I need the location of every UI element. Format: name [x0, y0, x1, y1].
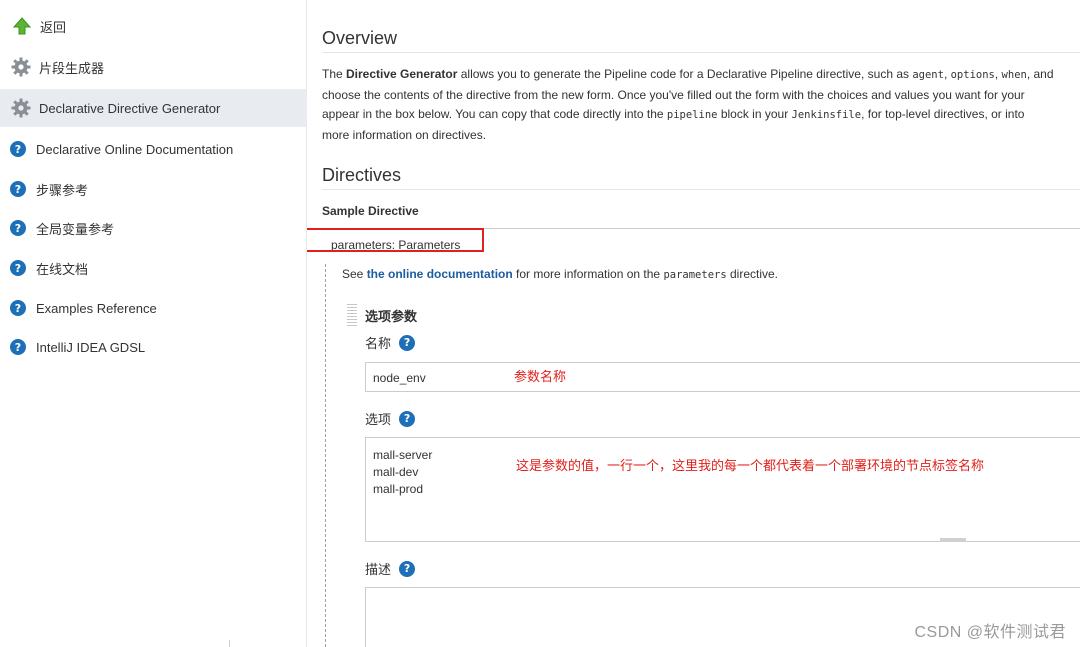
sidebar-item-label: 片段生成器	[39, 60, 105, 76]
name-annotation: 参数名称	[514, 369, 567, 384]
choices-textarea[interactable]: mall-server mall-dev mall-prod	[365, 437, 1080, 542]
main-content: Overview The Directive Generator allows …	[307, 0, 1080, 647]
divider	[322, 189, 1080, 190]
watermark: CSDN @软件测试君	[914, 624, 1066, 641]
directives-heading: Directives	[322, 165, 402, 185]
overview-line-4: more information on directives.	[322, 127, 487, 142]
divider	[229, 640, 230, 647]
sidebar-item-global-variables-reference[interactable]: ? 全局变量参考	[0, 209, 307, 247]
sidebar-item-label: Declarative Directive Generator	[39, 100, 221, 116]
choice-parameter-title: 选项参数	[365, 309, 418, 324]
sidebar-item-label: 全局变量参考	[36, 221, 115, 237]
sidebar-item-intellij-idea-gdsl[interactable]: ? IntelliJ IDEA GDSL	[0, 328, 307, 366]
sample-directive-label: Sample Directive	[322, 204, 419, 218]
sidebar-item-declarative-directive-generator[interactable]: Declarative Directive Generator	[0, 89, 307, 127]
sidebar-item-label: 在线文档	[36, 261, 89, 277]
overview-description: The Directive Generator allows you to ge…	[322, 65, 1080, 145]
sidebar-item-online-docs[interactable]: ? 在线文档	[0, 249, 307, 287]
overview-line-1: The Directive Generator allows you to ge…	[322, 67, 1054, 81]
sidebar-item-examples-reference[interactable]: ? Examples Reference	[0, 289, 307, 327]
help-icon[interactable]: ?	[399, 334, 416, 351]
overview-bold-term: Directive Generator	[346, 67, 458, 81]
choices-textarea-value: mall-server mall-dev mall-prod	[373, 448, 433, 496]
sidebar-item-label: Declarative Online Documentation	[36, 141, 234, 157]
sidebar-item-label: 步骤参考	[36, 182, 89, 198]
sidebar-item-label: 返回	[40, 19, 67, 35]
sidebar-item-back[interactable]: 返回	[0, 7, 307, 45]
sidebar-item-declarative-online-documentation[interactable]: ? Declarative Online Documentation	[0, 130, 307, 168]
choices-field-label: 选项 ?	[365, 409, 416, 428]
overview-heading: Overview	[322, 28, 398, 48]
help-icon: ?	[6, 256, 30, 280]
divider	[322, 52, 1080, 53]
textarea-resize-handle[interactable]	[940, 538, 966, 542]
sidebar: 返回 片段生成器 Declarative Directive Generator…	[0, 0, 307, 647]
help-icon[interactable]: ?	[399, 410, 416, 427]
nesting-guide	[325, 264, 326, 647]
choices-annotation: 这是参数的值，一行一个，这里我的每一个都代表着一个部署环境的节点标签名称	[516, 458, 985, 473]
sidebar-item-snippet-generator[interactable]: 片段生成器	[0, 48, 307, 86]
description-field-label: 描述 ?	[365, 559, 416, 578]
see-documentation-text: See the online documentation for more in…	[342, 267, 779, 281]
sidebar-item-steps-reference[interactable]: ? 步骤参考	[0, 170, 307, 208]
overview-line-2: choose the contents of the directive fro…	[322, 87, 1025, 102]
name-field-label: 名称 ?	[365, 333, 416, 352]
highlight-box	[307, 228, 484, 252]
online-documentation-link[interactable]: the online documentation	[367, 267, 513, 281]
sidebar-item-label: IntelliJ IDEA GDSL	[36, 339, 146, 355]
help-icon: ?	[6, 177, 30, 201]
help-icon: ?	[6, 335, 30, 359]
overview-line-3: appear in the box below. You can copy th…	[322, 107, 1025, 121]
help-icon[interactable]: ?	[399, 560, 416, 577]
drag-handle[interactable]	[347, 304, 357, 326]
help-icon: ?	[6, 216, 30, 240]
help-icon: ?	[6, 296, 30, 320]
sidebar-item-label: Examples Reference	[36, 300, 157, 316]
gear-icon	[9, 96, 33, 120]
name-input-value: node_env	[373, 371, 426, 385]
help-icon: ?	[6, 137, 30, 161]
gear-icon	[9, 55, 33, 79]
name-input[interactable]: node_env	[365, 362, 1080, 392]
up-arrow-icon	[10, 14, 34, 38]
